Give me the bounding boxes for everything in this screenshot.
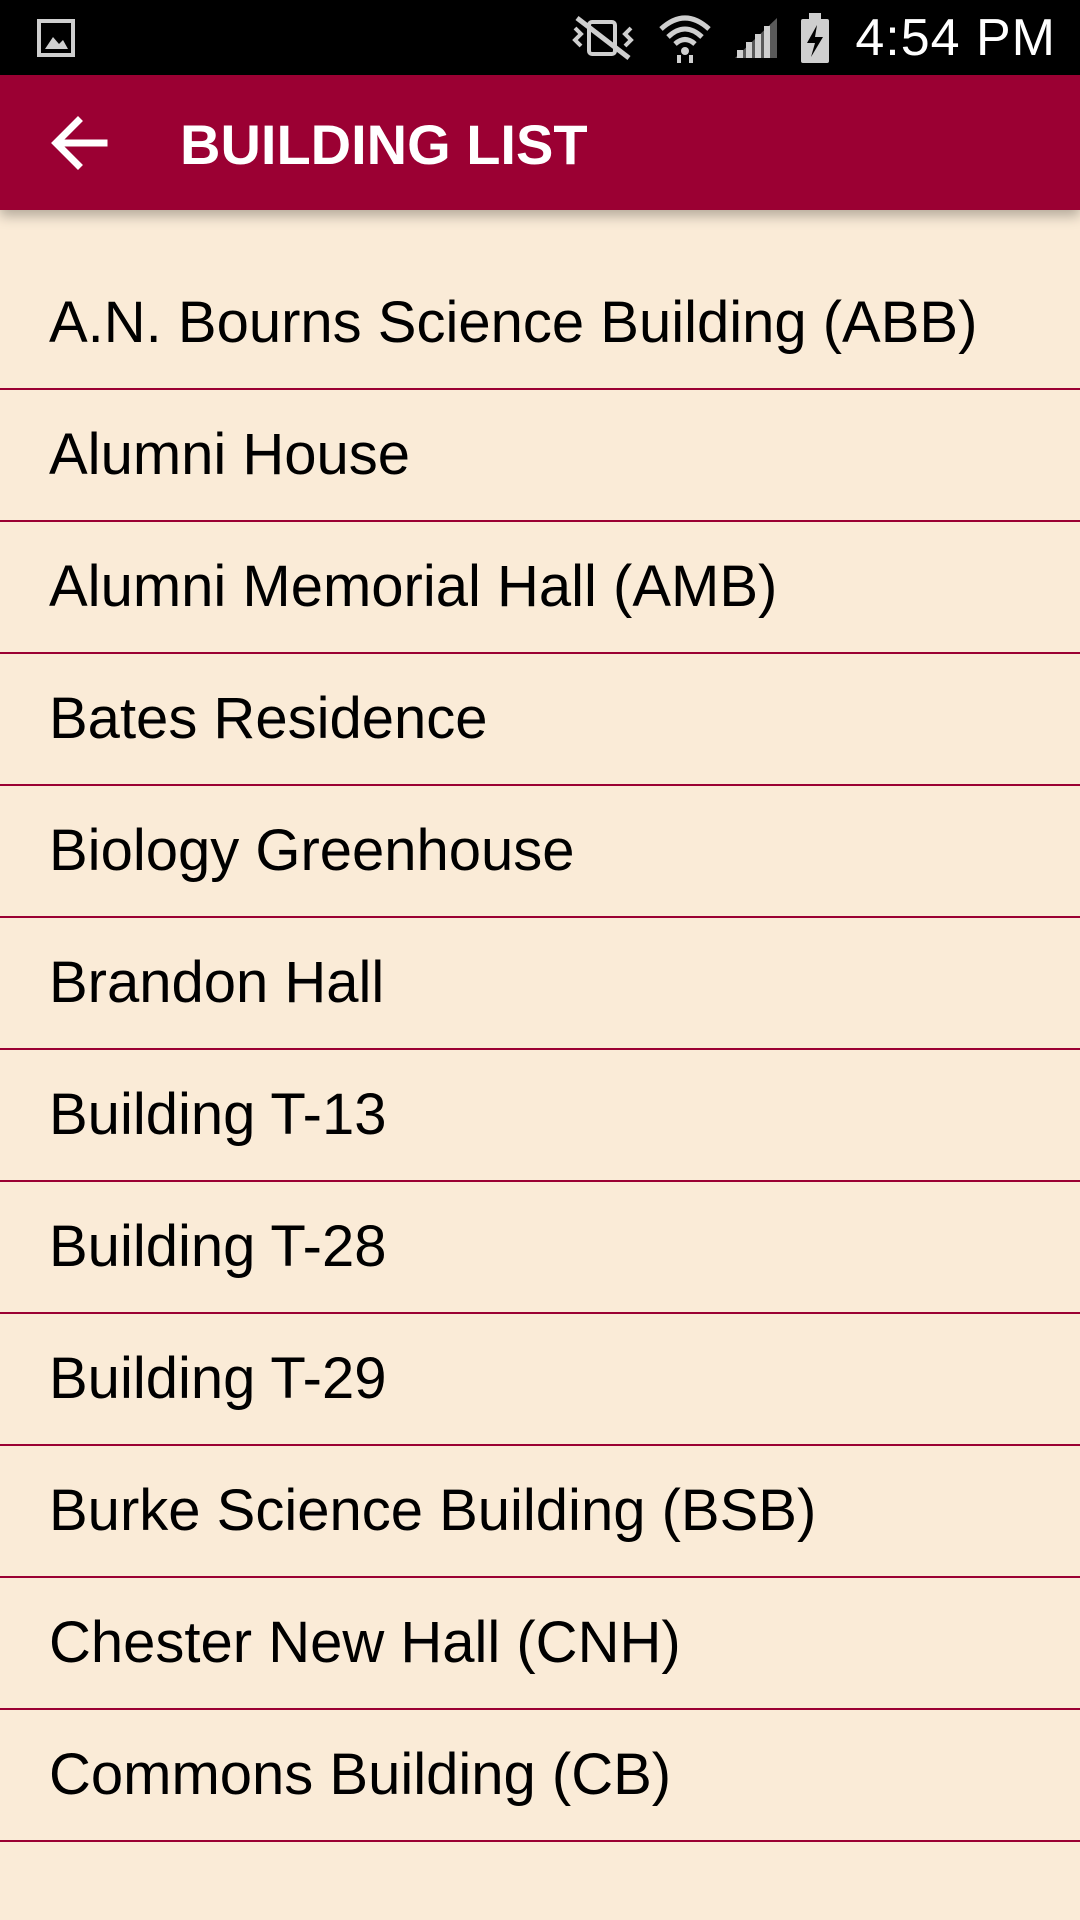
list-item-label: Biology Greenhouse <box>49 818 575 883</box>
list-item[interactable]: Building T-28 <box>0 1182 1080 1314</box>
list-item[interactable]: Chester New Hall (CNH) <box>0 1578 1080 1710</box>
arrow-left-icon[interactable] <box>50 115 110 171</box>
list-item-label: Chester New Hall (CNH) <box>49 1610 681 1675</box>
list-item-label: Building T-29 <box>49 1346 387 1411</box>
page-title: BUILDING LIST <box>180 113 588 176</box>
list-item-label: Building T-13 <box>49 1082 387 1147</box>
list-item-label: Bates Residence <box>49 686 488 751</box>
list-item-label: Commons Building (CB) <box>49 1742 672 1807</box>
cell-signal-icon <box>735 17 778 58</box>
list-item-label: Brandon Hall <box>49 950 385 1015</box>
list-item[interactable]: A.N. Bourns Science Building (ABB) <box>0 258 1080 390</box>
status-bar: 4:54 PM <box>0 0 1080 75</box>
list-item[interactable]: Commons Building (CB) <box>0 1710 1080 1842</box>
wifi-icon <box>659 15 712 63</box>
list-item[interactable]: Burke Science Building (BSB) <box>0 1446 1080 1578</box>
battery-icon <box>801 12 830 63</box>
building-list: A.N. Bourns Science Building (ABB) Alumn… <box>0 258 1080 1842</box>
list-item[interactable]: Alumni House <box>0 390 1080 522</box>
mute-vibrate-icon <box>572 15 635 60</box>
list-item[interactable]: Building T-13 <box>0 1050 1080 1182</box>
list-item[interactable]: Building T-29 <box>0 1314 1080 1446</box>
list-item[interactable]: Biology Greenhouse <box>0 786 1080 918</box>
gallery-icon <box>37 19 75 57</box>
list-item[interactable]: Alumni Memorial Hall (AMB) <box>0 522 1080 654</box>
status-icons: 4:54 PM <box>567 0 1056 75</box>
list-item-label: Alumni House <box>49 422 411 487</box>
list-item-label: Burke Science Building (BSB) <box>49 1478 817 1543</box>
list-item[interactable]: Brandon Hall <box>0 918 1080 1050</box>
list-item-label: Building T-28 <box>49 1214 387 1279</box>
status-time: 4:54 PM <box>855 8 1056 67</box>
app-bar: BUILDING LIST <box>0 75 1080 210</box>
list-item-label: Alumni Memorial Hall (AMB) <box>49 554 778 619</box>
list-item[interactable]: Bates Residence <box>0 654 1080 786</box>
list-item-label: A.N. Bourns Science Building (ABB) <box>49 290 978 355</box>
